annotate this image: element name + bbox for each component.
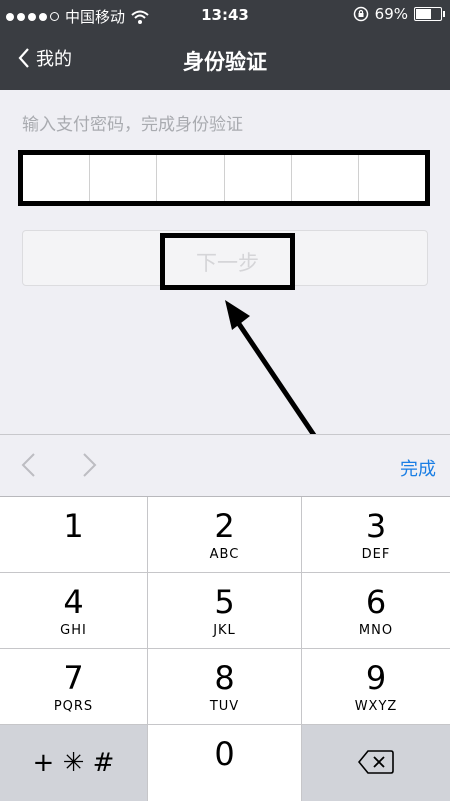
done-button[interactable]: 完成 xyxy=(400,455,436,481)
key-letters: MNO xyxy=(358,623,394,638)
key-1[interactable]: 1 xyxy=(0,497,148,573)
key-9[interactable]: 9 WXYZ xyxy=(302,649,450,725)
keyboard-accessory-bar: 完成 xyxy=(0,434,450,497)
chevron-left-icon[interactable] xyxy=(18,451,38,479)
key-digit: 9 xyxy=(365,659,387,697)
key-digit: 2 xyxy=(214,507,235,545)
key-symbols[interactable]: + ✳ # xyxy=(0,725,148,801)
key-symbols-label: + ✳ # xyxy=(32,748,115,778)
key-letters: TUV xyxy=(209,699,240,714)
key-3[interactable]: 3 DEF xyxy=(302,497,450,573)
key-digit: 7 xyxy=(63,659,84,697)
key-digit: 3 xyxy=(365,507,387,545)
key-digit: 0 xyxy=(214,735,235,773)
key-letters: ABC xyxy=(209,547,240,562)
key-letters: GHI xyxy=(60,623,87,638)
numeric-keypad: 1 2 ABC 3 DEF 4 GHI 5 JKL 6 MNO 7 PQRS 8… xyxy=(0,496,450,801)
key-digit: 5 xyxy=(214,583,235,621)
key-4[interactable]: 4 GHI xyxy=(0,573,148,649)
key-7[interactable]: 7 PQRS xyxy=(0,649,148,725)
key-digit: 1 xyxy=(63,507,84,545)
key-letters: PQRS xyxy=(53,699,94,714)
key-letters: WXYZ xyxy=(354,699,398,714)
key-0[interactable]: 0 xyxy=(148,725,302,801)
backspace-icon xyxy=(358,750,394,774)
key-8[interactable]: 8 TUV xyxy=(148,649,302,725)
key-5[interactable]: 5 JKL xyxy=(148,573,302,649)
key-digit: 8 xyxy=(214,659,235,697)
key-2[interactable]: 2 ABC xyxy=(148,497,302,573)
key-digit: 6 xyxy=(365,583,387,621)
key-letters: JKL xyxy=(213,623,236,638)
delete-key[interactable] xyxy=(302,725,450,801)
key-6[interactable]: 6 MNO xyxy=(302,573,450,649)
chevron-right-icon[interactable] xyxy=(80,451,100,479)
key-letters: DEF xyxy=(361,547,391,562)
key-digit: 4 xyxy=(63,583,84,621)
